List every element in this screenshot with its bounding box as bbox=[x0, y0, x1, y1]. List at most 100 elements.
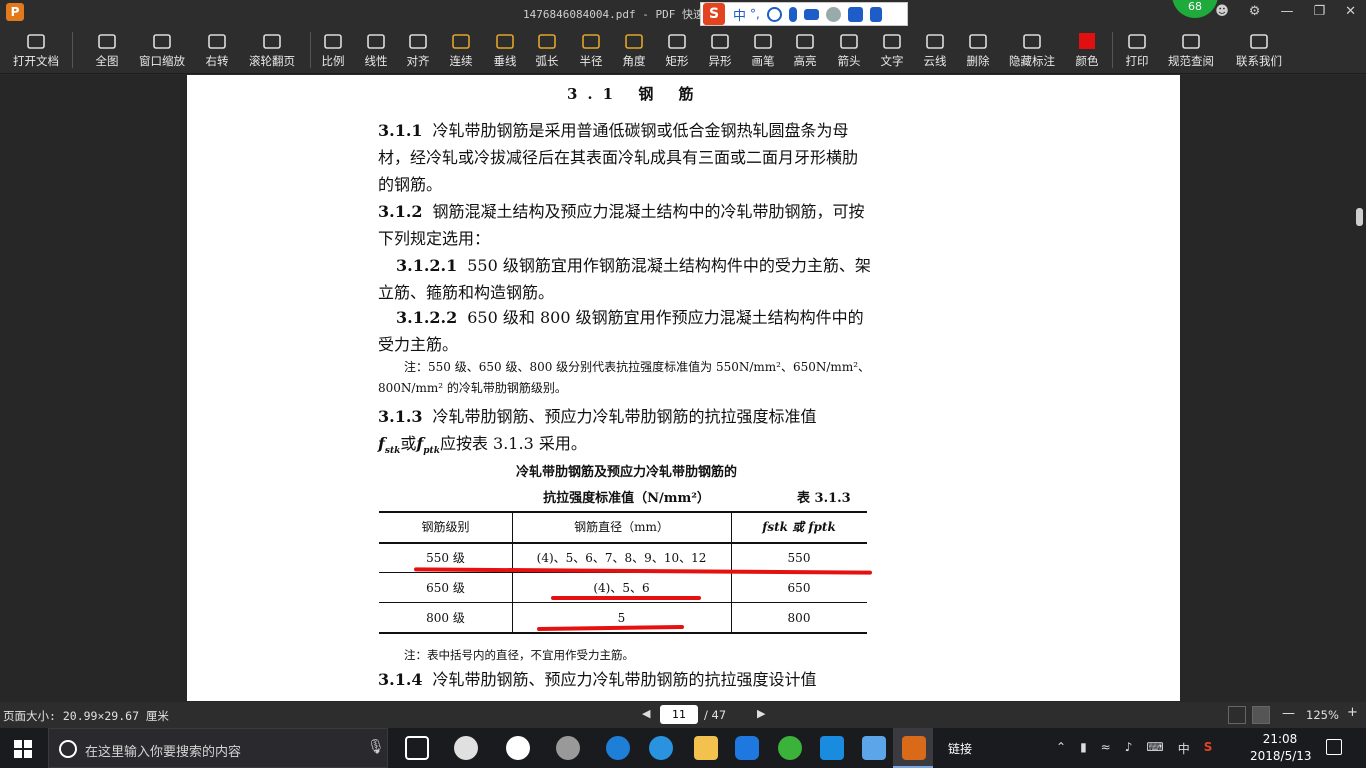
contact-icon bbox=[1247, 31, 1271, 53]
table-title-line1: 冷轧带肋钢筋及预应力冷轧带肋钢筋的 bbox=[515, 465, 737, 480]
taskbar-search-box[interactable]: 在这里输入你要搜索的内容 🎙 bbox=[48, 728, 388, 768]
fit-icon bbox=[95, 31, 119, 53]
zoom-level[interactable]: 125% bbox=[1306, 708, 1339, 722]
pinwheel-app-icon[interactable] bbox=[454, 736, 478, 760]
microphone-icon[interactable] bbox=[788, 6, 797, 22]
document-workspace[interactable]: 3.1 钢 筋 3.1.1 冷轧带肋钢筋是采用普通低碳钢或低合金钢热轧圆盘条为母材… bbox=[0, 75, 1366, 702]
maximize-button[interactable]: ❐ bbox=[1313, 4, 1325, 19]
sogou-logo-icon[interactable]: S bbox=[703, 3, 725, 25]
single-page-view-icon[interactable] bbox=[1252, 706, 1270, 724]
clause-number: 3.1.1 bbox=[378, 121, 423, 140]
skin-icon[interactable] bbox=[847, 6, 863, 22]
toolbar-eraser-button[interactable]: 删除 bbox=[950, 28, 1006, 72]
table-cell: 550 bbox=[787, 551, 811, 565]
toolbar-label: 全图 bbox=[95, 54, 119, 68]
toolbar-color-button[interactable]: 颜色 bbox=[1059, 28, 1115, 72]
minimize-button[interactable]: — bbox=[1280, 4, 1293, 19]
sogou-tray-icon[interactable]: S bbox=[1204, 740, 1213, 757]
action-center-icon[interactable] bbox=[1326, 739, 1342, 755]
ime-toolbar[interactable]: S 中 °, bbox=[700, 2, 908, 26]
browser-icon[interactable] bbox=[556, 736, 580, 760]
keyboard-icon[interactable]: ⌨ bbox=[1146, 740, 1163, 757]
battery-icon[interactable]: ▮ bbox=[1080, 740, 1087, 757]
app-s-icon[interactable] bbox=[735, 736, 759, 760]
volume-icon[interactable]: ♪ bbox=[1125, 740, 1133, 757]
toolbar-contact-button[interactable]: 联系我们 bbox=[1231, 28, 1287, 72]
clause-text: 冷轧带肋钢筋、预应力冷轧带肋钢筋的抗拉强度标准值 bbox=[432, 407, 817, 426]
two-page-view-icon[interactable] bbox=[1228, 706, 1246, 724]
ie-icon[interactable] bbox=[506, 736, 530, 760]
clause-text: 冷轧带肋钢筋是采用普通低碳钢或低合金钢热轧圆盘条为母材，经冷轧或冷拔减径后在其表… bbox=[378, 121, 859, 194]
table-reference: 表 3.1.3 bbox=[797, 491, 851, 506]
paragraph-3-1-1: 3.1.1 冷轧带肋钢筋是采用普通低碳钢或低合金钢热轧圆盘条为母材，经冷轧或冷拔减… bbox=[378, 117, 873, 198]
toolbar-rotate-button[interactable]: 右转 bbox=[189, 28, 245, 72]
radius-icon bbox=[579, 31, 603, 53]
green-app-icon[interactable] bbox=[778, 736, 802, 760]
table-cell: 800 bbox=[787, 611, 811, 625]
ime-mode-label[interactable]: 中 bbox=[733, 5, 746, 24]
zoom-icon bbox=[150, 31, 174, 53]
ime-indicator[interactable]: 中 bbox=[1178, 740, 1190, 757]
cortana-icon[interactable] bbox=[59, 740, 77, 758]
toolbar-folder-button[interactable]: 打开文档 bbox=[8, 28, 64, 72]
red-annotation-line[interactable] bbox=[551, 596, 701, 600]
windows-start-icon[interactable] bbox=[14, 740, 32, 758]
title-bar: P 1476846084004.pdf - PDF 快速看 S 中 °, 68 … bbox=[0, 0, 1366, 26]
pen-icon bbox=[751, 31, 775, 53]
clock[interactable]: 21:08 2018/5/13 bbox=[1250, 731, 1312, 765]
or-text: 或 bbox=[400, 434, 417, 453]
app-logo[interactable]: P bbox=[6, 3, 24, 21]
zoom-out-button[interactable]: — bbox=[1282, 706, 1295, 721]
toolbar-mouse-button[interactable]: 滚轮翻页 bbox=[244, 28, 300, 72]
arc-icon bbox=[535, 31, 559, 53]
edge-icon[interactable] bbox=[606, 736, 630, 760]
plus-app-icon[interactable] bbox=[820, 736, 844, 760]
arrow-icon bbox=[837, 31, 861, 53]
toolbar-hide-button[interactable]: 隐藏标注 bbox=[1004, 28, 1060, 72]
next-page-button[interactable]: ▶ bbox=[757, 707, 765, 720]
score-badge[interactable]: 68 bbox=[1172, 0, 1218, 18]
settings-icon[interactable]: ⚙ bbox=[1249, 4, 1261, 19]
zoom-in-button[interactable]: + bbox=[1347, 705, 1358, 720]
calculator-icon[interactable] bbox=[862, 736, 886, 760]
table-header-cell: 钢筋直径（mm） bbox=[574, 520, 669, 534]
close-button[interactable]: ✕ bbox=[1345, 4, 1356, 19]
paragraph-3-1-2-1: 3.1.2.1 550 级钢筋宜用作钢筋混凝土结构构件中的受力主筋、架立筋、箍筋和… bbox=[378, 252, 873, 306]
file-explorer-icon[interactable] bbox=[694, 736, 718, 760]
task-view-icon[interactable] bbox=[405, 736, 429, 760]
pdf-page[interactable]: 3.1 钢 筋 3.1.1 冷轧带肋钢筋是采用普通低碳钢或低合金钢热轧圆盘条为母材… bbox=[187, 75, 1180, 701]
rectangle-icon bbox=[665, 31, 689, 53]
toolbar-zoom-button[interactable]: 窗口缩放 bbox=[134, 28, 190, 72]
mouse-icon bbox=[260, 31, 284, 53]
clause-number: 3.1.2 bbox=[378, 202, 423, 221]
toolbar-fit-button[interactable]: 全图 bbox=[79, 28, 135, 72]
pdf-app-icon[interactable] bbox=[902, 736, 926, 760]
clock-time: 21:08 bbox=[1262, 732, 1298, 746]
tools-icon[interactable] bbox=[869, 6, 882, 22]
user-icon[interactable] bbox=[825, 6, 841, 22]
page-number-input[interactable]: 11 bbox=[660, 705, 698, 724]
paragraph-3-1-2: 3.1.2 钢筋混凝土结构及预应力混凝土结构中的冷轧带肋钢筋，可按下列规定选用： bbox=[378, 198, 873, 252]
ime-punct-label[interactable]: °, bbox=[750, 7, 760, 21]
account-icon[interactable]: ☻ bbox=[1215, 4, 1229, 19]
search-placeholder[interactable]: 在这里输入你要搜索的内容 bbox=[85, 741, 241, 760]
toolbar-book-button[interactable]: 规范查阅 bbox=[1163, 28, 1219, 72]
status-bar: 页面大小: 20.99×29.67 厘米 ◀ 11 / 47 ▶ — 125% … bbox=[0, 702, 1366, 728]
microphone-icon[interactable]: 🎙 bbox=[367, 739, 385, 755]
emoji-icon[interactable] bbox=[766, 6, 782, 22]
continuous-icon bbox=[449, 31, 473, 53]
toolbar-print-button[interactable]: 打印 bbox=[1109, 28, 1165, 72]
keyboard-icon[interactable] bbox=[803, 8, 819, 20]
taskbar-link-label[interactable]: 链接 bbox=[948, 740, 972, 757]
text-icon bbox=[880, 31, 904, 53]
internet-explorer-icon[interactable] bbox=[649, 736, 673, 760]
vertical-scrollbar-thumb[interactable] bbox=[1356, 208, 1363, 226]
wifi-icon[interactable]: ≈ bbox=[1101, 740, 1111, 757]
table-cell: 800 级 bbox=[426, 611, 465, 625]
clause-text: 冷轧带肋钢筋、预应力冷轧带肋钢筋的抗拉强度设计值 bbox=[432, 670, 817, 689]
prev-page-button[interactable]: ◀ bbox=[642, 707, 650, 720]
chevron-up-icon[interactable]: ⌃ bbox=[1056, 740, 1066, 757]
table-note: 注：表中括号内的直径，不宜用作受力主筋。 bbox=[404, 648, 634, 662]
section-title: 3.1 钢 筋 bbox=[567, 85, 704, 103]
paragraph-3-1-3: 3.1.3 冷轧带肋钢筋、预应力冷轧带肋钢筋的抗拉强度标准值 fstk或fptk应… bbox=[378, 403, 873, 465]
